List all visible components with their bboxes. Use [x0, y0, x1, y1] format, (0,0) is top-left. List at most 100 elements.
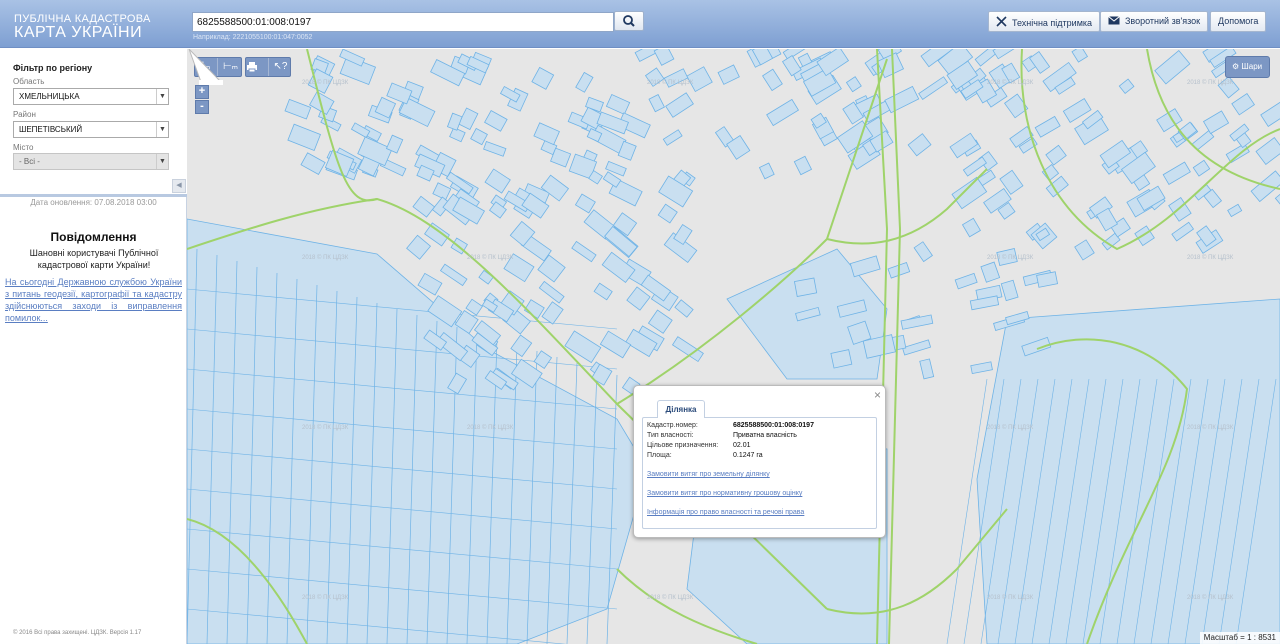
notice-link[interactable]: На сьогодні Державною службою України з …: [5, 276, 182, 324]
parcel: [662, 129, 683, 146]
map-watermark: 2018 © ПК ЦДЗК: [1187, 594, 1234, 601]
district-select[interactable]: ШЕПЕТІВСЬКИЙ ▼: [13, 121, 169, 138]
parcel: [845, 76, 862, 93]
help-button[interactable]: Допомога: [1210, 11, 1267, 32]
tab-parcel[interactable]: Ділянка: [657, 400, 705, 418]
parcel: [907, 133, 932, 157]
parcel: [1255, 137, 1280, 165]
parcel: [424, 222, 450, 247]
map-canvas[interactable]: 2018 © ПК ЦДЗК 2018 © ПК ЦДЗК 2018 © ПК ЦД…: [187, 49, 1280, 644]
parcel: [980, 261, 1001, 283]
parcel: [510, 334, 533, 358]
parcel: [1154, 50, 1191, 85]
print-toolbar: ↖?: [245, 57, 291, 77]
parcel: [626, 286, 651, 311]
region-select[interactable]: ХМЕЛЬНИЦЬКА ▼: [13, 88, 169, 105]
parcel-layer: [187, 49, 1280, 644]
city-value: - Всі -: [19, 157, 40, 166]
parcel-info: Кадастр.номер: 6825588500:01:008:0197 Ти…: [642, 417, 877, 529]
chevron-down-icon: ▼: [156, 122, 168, 137]
layers-label: Шари: [1241, 62, 1263, 71]
region-value: ХМЕЛЬНИЦЬКА: [19, 92, 80, 101]
parcel: [533, 122, 560, 146]
ownership-info-link[interactable]: Інформація про право власності та речові…: [647, 509, 804, 516]
parcel: [575, 71, 594, 93]
search-input[interactable]: [192, 12, 614, 32]
parcel: [647, 309, 673, 334]
parcel: [901, 339, 932, 356]
filter-title: Фільтр по регіону: [13, 63, 93, 73]
parcel: [593, 282, 613, 301]
parcel: [992, 49, 1020, 60]
parcel: [919, 358, 935, 380]
parcel: [1225, 143, 1250, 164]
zoom-in-button[interactable]: +: [195, 85, 209, 99]
field-parcel: [187, 218, 648, 644]
parcel: [674, 299, 694, 318]
parcel: [1045, 144, 1067, 166]
gear-icon: ⚙: [1232, 62, 1240, 71]
ownership-value: Приватна власність: [733, 432, 797, 439]
info-cursor-icon[interactable]: ↖?: [269, 58, 292, 76]
parcel: [1000, 279, 1019, 302]
parcel: [484, 109, 508, 132]
parcel: [913, 241, 933, 263]
parcel: [717, 64, 740, 85]
map-watermark: 2018 © ПК ЦДЗК: [302, 424, 349, 431]
parcel: [1029, 51, 1051, 74]
parcel: [949, 132, 979, 159]
parcel: [918, 76, 949, 100]
area-label: Площа:: [647, 452, 672, 459]
chevron-down-icon: ▼: [156, 89, 168, 104]
parcel: [1034, 115, 1061, 138]
parcel: [648, 94, 665, 113]
logo-title[interactable]: КАРТА УКРАЇНИ: [14, 24, 142, 42]
parcel-popup: × Ділянка Кадастр.номер: 6825588500:01:0…: [633, 385, 886, 538]
parcel: [470, 127, 488, 146]
purpose-label: Цільове призначення:: [647, 442, 719, 449]
map-watermark: 2018 © ПК ЦДЗК: [302, 594, 349, 601]
tools-icon: [996, 16, 1007, 29]
parcel: [300, 152, 326, 176]
parcel: [793, 277, 818, 297]
cadastral-number-label: Кадастр.номер:: [647, 422, 698, 429]
parcel: [884, 85, 920, 114]
parcel: [484, 168, 511, 194]
zoom-out-button[interactable]: -: [195, 100, 209, 114]
parcel: [605, 93, 631, 115]
feedback-button[interactable]: Зворотний зв'язок: [1100, 11, 1209, 32]
parcel: [1227, 203, 1243, 218]
notice-text: Шановні користувачі Публічної кадастрово…: [29, 248, 159, 270]
parcel: [483, 141, 507, 157]
collapse-panel-button[interactable]: ◀: [172, 179, 186, 193]
print-icon[interactable]: [246, 58, 269, 76]
map-scale: Масштаб = 1 : 8531: [1199, 632, 1280, 644]
support-button[interactable]: Технічна підтримка: [988, 11, 1101, 32]
map-watermark: 2018 © ПК ЦДЗК: [1187, 254, 1234, 261]
order-parcel-extract-link[interactable]: Замовити витяг про земельну ділянку: [647, 471, 770, 478]
parcel: [970, 361, 993, 375]
city-label: Місто: [13, 143, 34, 152]
parcel: [571, 240, 597, 263]
parcel: [599, 330, 632, 359]
parcel: [1162, 161, 1191, 185]
parcel: [1231, 92, 1256, 116]
update-date: Дата оновлення: 07.08.2018 03:00: [30, 198, 157, 207]
region-label: Область: [13, 77, 45, 86]
parcel: [412, 195, 436, 218]
close-icon[interactable]: ×: [874, 388, 881, 402]
search-button[interactable]: [614, 11, 644, 31]
left-panel: Фільтр по регіону Область ХМЕЛЬНИЦЬКА ▼ …: [0, 49, 187, 644]
envelope-icon: [1108, 16, 1120, 27]
map-watermark: 2018 © ПК ЦДЗК: [1187, 424, 1234, 431]
map-watermark: 2018 © ПК ЦДЗК: [467, 424, 514, 431]
city-select: - Всі - ▼: [13, 153, 169, 170]
parcel: [446, 112, 463, 131]
order-valuation-extract-link[interactable]: Замовити витяг про нормативну грошову оц…: [647, 490, 802, 497]
layers-button[interactable]: ⚙ Шари: [1225, 56, 1270, 78]
cadastral-map[interactable]: 2018 © ПК ЦДЗК 2018 © ПК ЦДЗК 2018 © ПК ЦД…: [187, 49, 1280, 644]
parcel: [478, 269, 494, 285]
parcel: [758, 162, 775, 180]
district-value: ШЕПЕТІВСЬКИЙ: [19, 125, 83, 134]
parcel: [1118, 78, 1135, 94]
